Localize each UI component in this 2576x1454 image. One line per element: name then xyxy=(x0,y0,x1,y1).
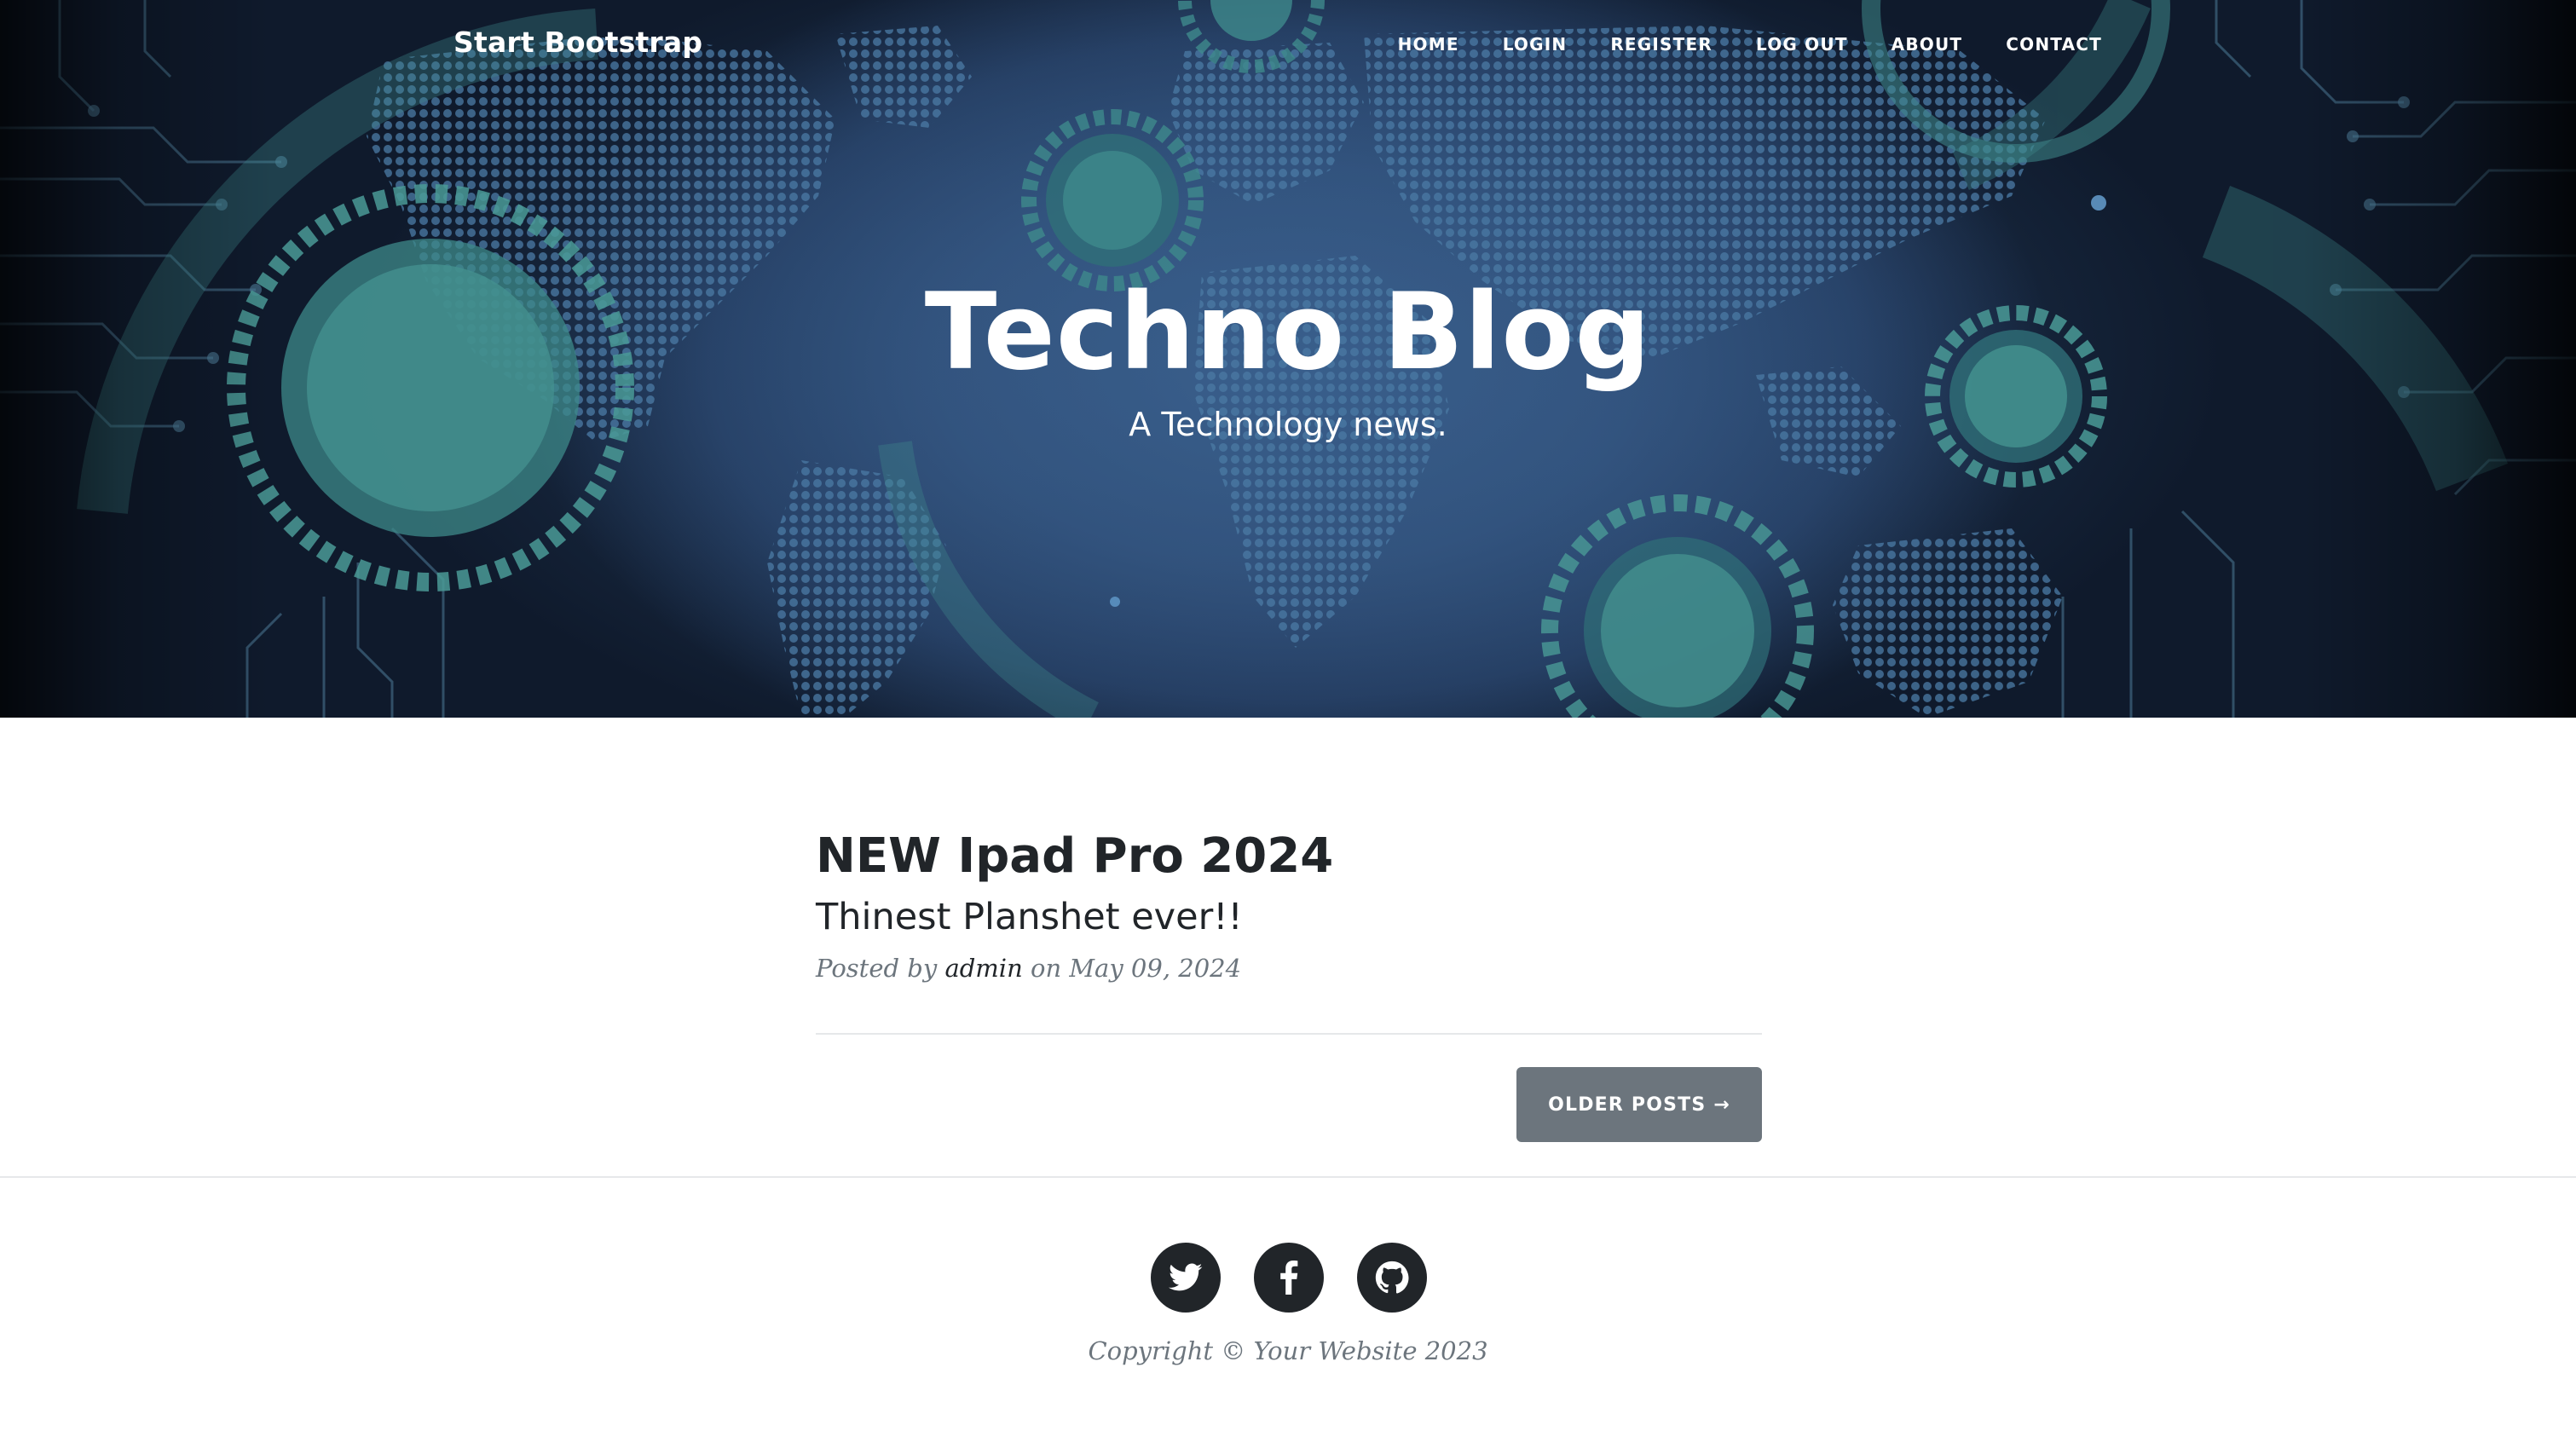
main-content: NEW Ipad Pro 2024 Thinest Planshet ever!… xyxy=(816,718,1762,1144)
site-heading: Techno Blog A Technology news. xyxy=(0,264,2576,445)
older-posts-button[interactable]: OLDER POSTS → xyxy=(1516,1067,1762,1142)
post-meta-prefix: Posted by xyxy=(816,954,938,983)
pager: OLDER POSTS → xyxy=(816,1035,1762,1144)
post-meta-date: on May 09, 2024 xyxy=(1030,954,1242,983)
footer: Copyright © Your Website 2023 xyxy=(0,1176,2576,1454)
nav-links: HOME LOGIN REGISTER LOG OUT ABOUT CONTAC… xyxy=(1354,34,2102,55)
post-title[interactable]: NEW Ipad Pro 2024 xyxy=(816,824,1762,889)
post-subtitle[interactable]: Thinest Planshet ever!! xyxy=(816,891,1762,943)
twitter-icon xyxy=(1169,1263,1203,1291)
github-button[interactable] xyxy=(1357,1243,1427,1313)
masthead: Start Bootstrap HOME LOGIN REGISTER LOG … xyxy=(0,0,2576,718)
site-subtitle: A Technology news. xyxy=(1129,406,1447,443)
nav-link-login[interactable]: LOGIN xyxy=(1503,34,1568,55)
navbar-brand[interactable]: Start Bootstrap xyxy=(453,26,702,59)
navbar: Start Bootstrap HOME LOGIN REGISTER LOG … xyxy=(0,0,2576,94)
social-links xyxy=(1151,1243,1427,1313)
nav-link-register[interactable]: REGISTER xyxy=(1610,34,1713,55)
nav-link-contact[interactable]: CONTACT xyxy=(2006,34,2102,55)
copyright-text: Copyright © Your Website 2023 xyxy=(1088,1336,1488,1365)
facebook-icon xyxy=(1280,1261,1298,1295)
nav-link-about[interactable]: ABOUT xyxy=(1892,34,1963,55)
post-author-link[interactable]: admin xyxy=(944,954,1022,983)
post-preview: NEW Ipad Pro 2024 Thinest Planshet ever!… xyxy=(816,718,1762,985)
post-meta: Posted by admin on May 09, 2024 xyxy=(816,951,1762,985)
nav-link-home[interactable]: HOME xyxy=(1398,34,1459,55)
github-icon xyxy=(1375,1261,1409,1294)
twitter-button[interactable] xyxy=(1151,1243,1221,1313)
site-title: Techno Blog xyxy=(924,271,1652,394)
facebook-button[interactable] xyxy=(1254,1243,1324,1313)
nav-link-logout[interactable]: LOG OUT xyxy=(1756,34,1848,55)
